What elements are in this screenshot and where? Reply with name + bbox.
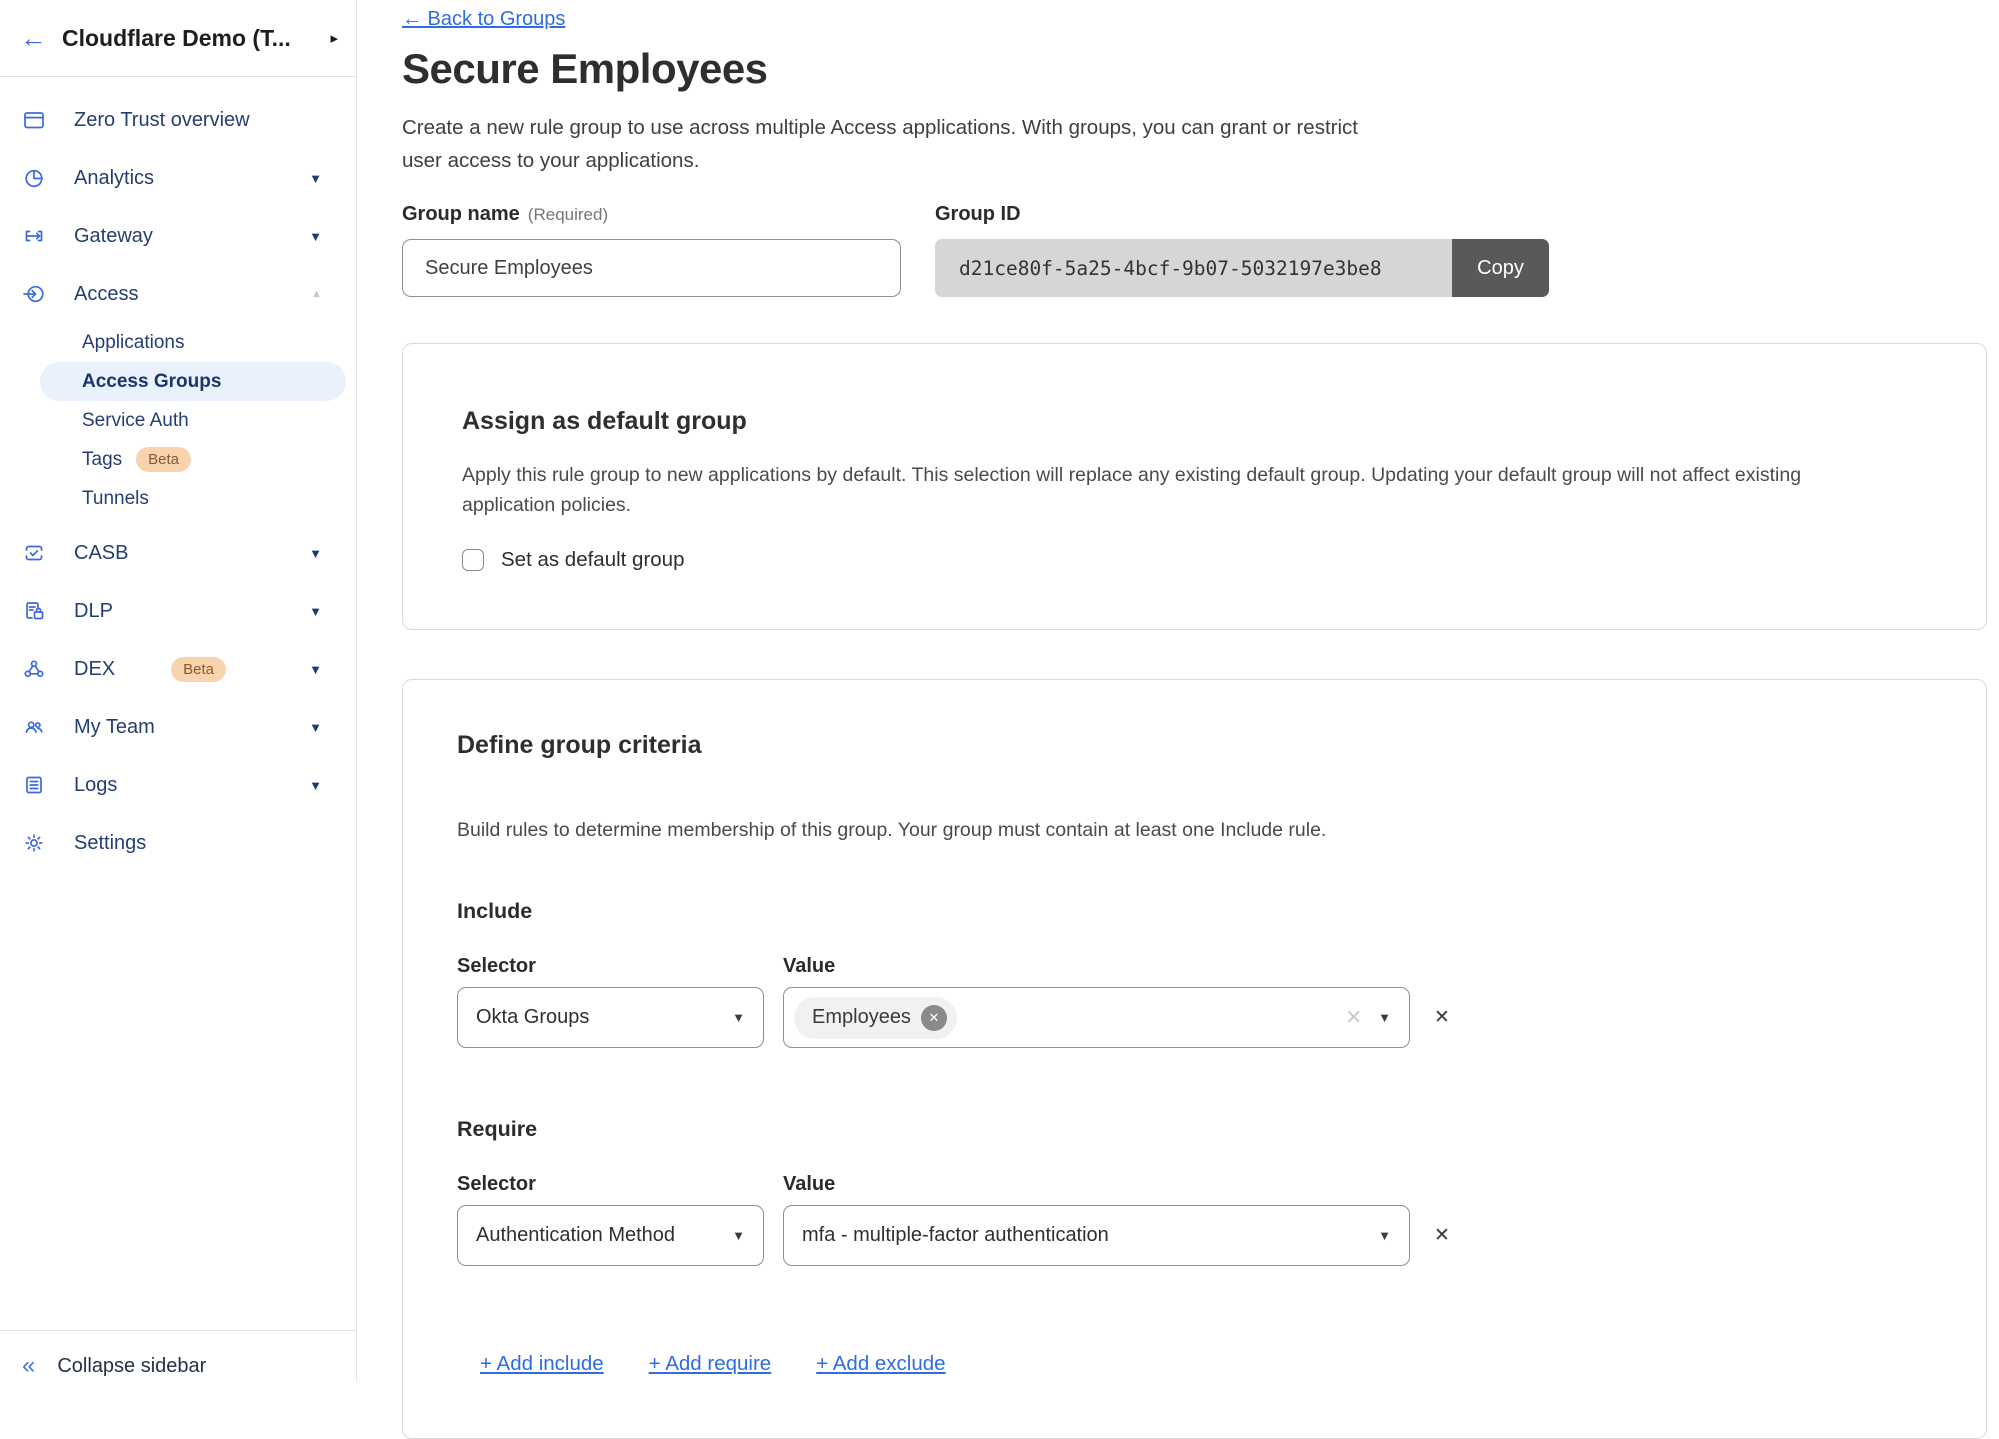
- sidebar-item-my-team[interactable]: My Team ▼: [0, 698, 356, 756]
- gear-icon: [22, 831, 46, 855]
- criteria-card-title: Define group criteria: [457, 730, 1932, 760]
- group-name-label: Group name(Required): [402, 203, 901, 225]
- beta-badge: Beta: [136, 447, 191, 472]
- include-rule-row: Okta Groups ▼ Employees ✕ ✕ ▼ ✕: [457, 987, 1932, 1048]
- group-name-field-block: Group name(Required): [402, 203, 901, 297]
- include-value-label: Value: [783, 955, 835, 977]
- sidebar: ← Cloudflare Demo (T... ▸ Zero Trust ove…: [0, 0, 357, 1381]
- sidebar-nav: Zero Trust overview Analytics ▼ Gateway …: [0, 77, 356, 872]
- back-arrow-icon[interactable]: ←: [20, 25, 62, 52]
- include-selector-dropdown[interactable]: Okta Groups ▼: [457, 987, 764, 1048]
- include-value-multiselect[interactable]: Employees ✕ ✕ ▼: [783, 987, 1410, 1048]
- default-group-card-title: Assign as default group: [462, 406, 1927, 436]
- account-header[interactable]: ← Cloudflare Demo (T... ▸: [0, 0, 356, 77]
- sidebar-item-applications[interactable]: Applications: [0, 323, 346, 362]
- default-group-card: Assign as default group Apply this rule …: [402, 343, 1987, 630]
- people-group-icon: [22, 715, 46, 739]
- gateway-icon: [22, 224, 46, 248]
- chevron-down-icon[interactable]: ▼: [309, 171, 322, 186]
- group-id-block: Group ID d21ce80f-5a25-4bcf-9b07-5032197…: [935, 203, 1549, 297]
- chevron-down-icon: ▼: [732, 1228, 745, 1243]
- collapse-sidebar-button[interactable]: « Collapse sidebar: [0, 1330, 356, 1381]
- browser-window-icon: [22, 108, 46, 132]
- include-selector-label: Selector: [457, 955, 783, 977]
- group-name-input[interactable]: [402, 239, 901, 297]
- require-value-dropdown[interactable]: mfa - multiple-factor authentication ▼: [783, 1205, 1410, 1266]
- sidebar-item-dlp[interactable]: DLP ▼: [0, 582, 356, 640]
- criteria-card: Define group criteria Build rules to det…: [402, 679, 1987, 1439]
- group-id-value: d21ce80f-5a25-4bcf-9b07-5032197e3be8: [935, 239, 1452, 297]
- chevron-down-icon[interactable]: ▼: [309, 662, 322, 677]
- set-default-group-checkbox-row[interactable]: Set as default group: [462, 548, 1927, 572]
- beta-badge: Beta: [171, 657, 226, 682]
- pie-chart-icon: [22, 166, 46, 190]
- require-selector-label: Selector: [457, 1173, 783, 1195]
- add-require-link[interactable]: + Add require: [649, 1352, 772, 1376]
- chip-remove-icon[interactable]: ✕: [921, 1005, 947, 1031]
- remove-require-rule-icon[interactable]: ✕: [1434, 1226, 1450, 1245]
- add-include-link[interactable]: + Add include: [480, 1352, 604, 1376]
- required-hint: (Required): [528, 205, 608, 224]
- sidebar-item-gateway[interactable]: Gateway ▼: [0, 207, 356, 265]
- sidebar-item-dex[interactable]: DEX Beta ▼: [0, 640, 356, 698]
- clear-values-icon[interactable]: ✕: [1345, 1005, 1362, 1030]
- chevron-up-icon[interactable]: ▲: [311, 288, 322, 300]
- add-exclude-link[interactable]: + Add exclude: [816, 1352, 945, 1376]
- criteria-card-description: Build rules to determine membership of t…: [457, 816, 1887, 844]
- default-group-card-description: Apply this rule group to new application…: [462, 460, 1892, 520]
- document-lock-icon: [22, 599, 46, 623]
- access-sub-menu: Applications Access Groups Service Auth …: [0, 323, 356, 518]
- chevron-down-icon[interactable]: ▼: [309, 778, 322, 793]
- chevron-down-icon[interactable]: ▼: [309, 604, 322, 619]
- sidebar-item-tunnels[interactable]: Tunnels: [0, 479, 346, 518]
- set-default-group-checkbox[interactable]: [462, 549, 484, 571]
- log-list-icon: [22, 773, 46, 797]
- sidebar-item-access-groups[interactable]: Access Groups: [40, 362, 346, 401]
- chevron-down-icon: ▼: [1378, 1010, 1391, 1025]
- sidebar-item-settings[interactable]: Settings: [0, 814, 356, 872]
- casb-check-icon: [22, 541, 46, 565]
- chevron-down-icon: ▼: [732, 1010, 745, 1025]
- page-description: Create a new rule group to use across mu…: [402, 111, 1377, 177]
- require-value-label: Value: [783, 1173, 835, 1195]
- main-content: ← Back to Groups Secure Employees Create…: [357, 0, 1999, 1381]
- copy-button[interactable]: Copy: [1452, 239, 1549, 297]
- access-arrow-circle-icon: [22, 282, 46, 306]
- add-rule-links: + Add include + Add require + Add exclud…: [480, 1352, 1932, 1376]
- chevron-down-icon: ▼: [1378, 1228, 1391, 1243]
- value-chip: Employees ✕: [794, 997, 957, 1039]
- sidebar-item-service-auth[interactable]: Service Auth: [0, 401, 346, 440]
- sidebar-item-logs[interactable]: Logs ▼: [0, 756, 356, 814]
- chevron-down-icon[interactable]: ▼: [309, 546, 322, 561]
- account-expand-caret-icon[interactable]: ▸: [330, 29, 338, 47]
- require-selector-dropdown[interactable]: Authentication Method ▼: [457, 1205, 764, 1266]
- sidebar-item-tags[interactable]: Tags Beta: [0, 440, 346, 479]
- sidebar-item-casb[interactable]: CASB ▼: [0, 524, 356, 582]
- chevron-down-icon[interactable]: ▼: [309, 720, 322, 735]
- page-title: Secure Employees: [402, 45, 1999, 93]
- require-rule-row: Authentication Method ▼ mfa - multiple-f…: [457, 1205, 1932, 1266]
- set-default-group-label: Set as default group: [501, 548, 685, 572]
- chevron-down-icon[interactable]: ▼: [309, 229, 322, 244]
- require-heading: Require: [457, 1116, 1932, 1142]
- group-id-label: Group ID: [935, 203, 1549, 225]
- account-title: Cloudflare Demo (T...: [62, 25, 324, 52]
- sidebar-item-analytics[interactable]: Analytics ▼: [0, 149, 356, 207]
- network-nodes-icon: [22, 657, 46, 681]
- remove-include-rule-icon[interactable]: ✕: [1434, 1008, 1450, 1027]
- double-chevron-left-icon: «: [22, 1354, 35, 1378]
- include-heading: Include: [457, 898, 1932, 924]
- sidebar-item-access[interactable]: Access ▲: [0, 265, 356, 323]
- sidebar-item-zero-trust-overview[interactable]: Zero Trust overview: [0, 91, 356, 149]
- back-to-groups-link[interactable]: ← Back to Groups: [402, 8, 565, 31]
